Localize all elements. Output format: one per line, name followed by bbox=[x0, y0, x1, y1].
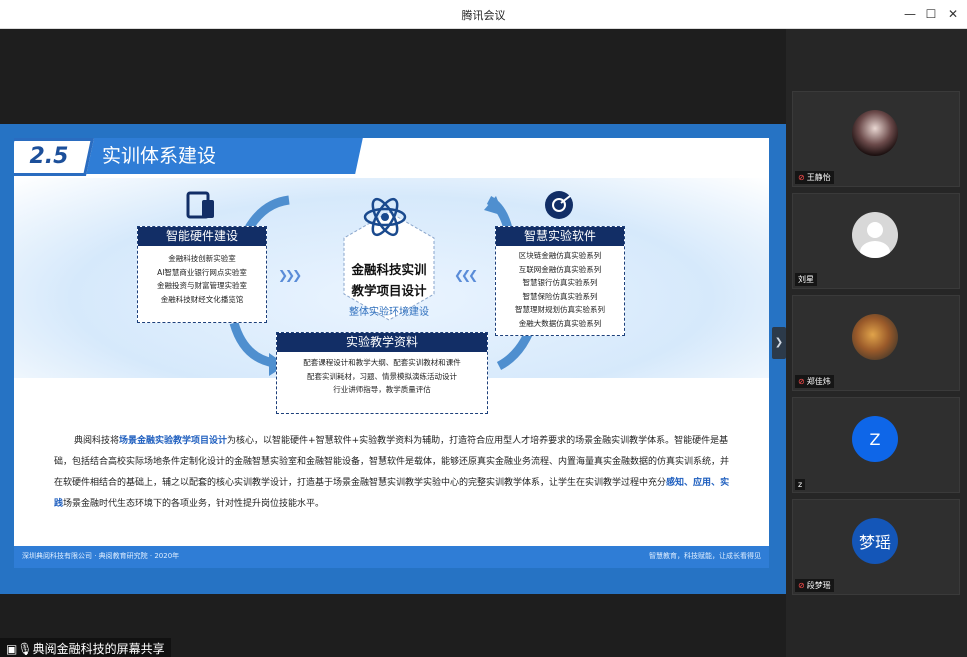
footer-right: 智慧教育，科技赋能，让成长看得见 bbox=[649, 552, 761, 560]
participants-panel: ⊘ 王静怡 刘星 ⊘ 郑佳炜 Z z 梦瑶 ⊘ 段梦瑶 bbox=[786, 29, 967, 657]
mic-muted-icon: ⊘ bbox=[798, 581, 805, 590]
hardware-box-heading: 智能硬件建设 bbox=[138, 227, 266, 246]
participant-name: 刘星 bbox=[798, 275, 814, 284]
slide-number: 2.5 bbox=[29, 144, 69, 169]
para-highlight: 、 bbox=[684, 478, 694, 488]
list-item: 金融大数据仿真实验系列 bbox=[518, 318, 602, 328]
presentation-slide: 实训体系建设 2.5 智能硬件建设 金融科技创新实验室 AI智慧商业银行网点实验… bbox=[0, 124, 786, 594]
slide-footer: 深圳典阅科技有限公司 · 典阅教育研究院 · 2020年 智慧教育，科技赋能，让… bbox=[14, 546, 769, 568]
participant-name-label: ⊘ 郑佳炜 bbox=[795, 375, 834, 388]
share-screen-icon: ▣ bbox=[6, 642, 18, 656]
list-item: 金融投资与财富管理实验室 bbox=[157, 281, 247, 290]
list-item: 配套实训耗材，习题、情景模拟演练活动设计 bbox=[307, 371, 457, 381]
software-box-heading: 智慧实验软件 bbox=[496, 227, 624, 246]
list-item: 区块链金融仿真实验系列 bbox=[518, 251, 602, 260]
software-disc-icon bbox=[545, 191, 573, 219]
participant-name: 郑佳炜 bbox=[806, 377, 831, 386]
collapse-panel-button[interactable]: ❯ bbox=[772, 327, 786, 359]
avatar: 梦瑶 bbox=[852, 518, 898, 564]
software-box: 智慧实验软件 区块链金融仿真实验系列 互联网金融仿真实验系列 智慧银行仿真实验系… bbox=[495, 226, 625, 336]
minimize-icon[interactable]: — bbox=[901, 5, 919, 23]
center-title: 金融科技实训 教学项目设计 bbox=[314, 259, 464, 301]
participant-tile[interactable]: 刘星 bbox=[792, 193, 960, 289]
mic-muted-icon: ⊘ bbox=[798, 173, 805, 182]
list-item: 金融科技创新实验室 bbox=[168, 254, 236, 263]
shared-screen-area: 实训体系建设 2.5 智能硬件建设 金融科技创新实验室 AI智慧商业银行网点实验… bbox=[0, 29, 786, 657]
participant-name: z bbox=[798, 480, 803, 489]
devices-icon bbox=[186, 191, 214, 219]
center-subtitle: 整体实验环境建设 bbox=[349, 307, 429, 318]
list-item: 智慧理财规划仿真实验系列 bbox=[515, 305, 605, 314]
para-highlight: 、 bbox=[711, 478, 721, 488]
avatar bbox=[852, 314, 898, 360]
para-highlight: 应用 bbox=[693, 478, 712, 488]
teaching-materials-box: 实验教学资料 配套课程设计和教学大纲、配套实训教材和课件 配套实训耗材，习题、情… bbox=[276, 332, 488, 414]
chevron-right-icon: ❯ bbox=[774, 337, 784, 348]
default-person-icon bbox=[860, 222, 890, 258]
chevrons-left-icon: ❮❮❮ bbox=[454, 268, 478, 282]
mic-muted-icon: ⊘ bbox=[798, 377, 805, 386]
list-item: AI智慧商业银行网点实验室 bbox=[157, 267, 247, 277]
participant-tile[interactable]: Z z bbox=[792, 397, 960, 493]
para-highlight: 感知 bbox=[666, 478, 685, 488]
list-item: 智慧保险仿真实验系列 bbox=[522, 291, 598, 301]
para-highlight: 场景金融实验教学项目设计 bbox=[119, 436, 228, 446]
participant-name: 王静怡 bbox=[806, 173, 831, 182]
teaching-materials-heading: 实验教学资料 bbox=[277, 333, 487, 352]
list-item: 金融科技财经文化播览馆 bbox=[160, 294, 244, 304]
avatar bbox=[852, 212, 898, 258]
chevrons-right-icon: ❯❯❯ bbox=[278, 268, 302, 282]
window-title: 腾讯会议 bbox=[461, 9, 506, 22]
slide-title-band: 实训体系建设 bbox=[80, 138, 363, 174]
slide-canvas: 实训体系建设 2.5 智能硬件建设 金融科技创新实验室 AI智慧商业银行网点实验… bbox=[14, 138, 769, 568]
participant-name-label: 刘星 bbox=[795, 273, 817, 286]
participant-name-label: ⊘ 段梦瑶 bbox=[795, 579, 834, 592]
slide-title: 实训体系建设 bbox=[102, 145, 217, 167]
participant-name-label: ⊘ 王静怡 bbox=[795, 171, 834, 184]
participant-name-label: z bbox=[795, 479, 806, 490]
center-title-line1: 金融科技实训 bbox=[351, 262, 427, 277]
mic-icon: 🎙 bbox=[17, 642, 33, 656]
participant-tile[interactable]: ⊘ 王静怡 bbox=[792, 91, 960, 187]
list-item: 互联网金融仿真实验系列 bbox=[518, 264, 602, 274]
hardware-box: 智能硬件建设 金融科技创新实验室 AI智慧商业银行网点实验室 金融投资与财富管理… bbox=[137, 226, 267, 323]
participant-tile[interactable]: ⊘ 郑佳炜 bbox=[792, 295, 960, 391]
maximize-icon[interactable]: ☐ bbox=[922, 5, 940, 23]
atom-icon bbox=[363, 197, 407, 237]
list-item: 智慧银行仿真实验系列 bbox=[522, 278, 598, 287]
avatar: Z bbox=[852, 416, 898, 462]
avatar bbox=[852, 110, 898, 156]
window-titlebar: 腾讯会议 — ☐ ✕ bbox=[0, 0, 967, 29]
para-text: 典阅科技将 bbox=[74, 436, 120, 446]
close-icon[interactable]: ✕ bbox=[944, 5, 962, 23]
screen-share-label: ▣🎙典阅金融科技的屏幕共享 bbox=[0, 638, 171, 657]
center-title-line2: 教学项目设计 bbox=[351, 283, 427, 298]
participant-name: 段梦瑶 bbox=[806, 581, 831, 590]
participant-tile[interactable]: 梦瑶 ⊘ 段梦瑶 bbox=[792, 499, 960, 595]
share-label-text: 典阅金融科技的屏幕共享 bbox=[32, 642, 165, 656]
para-text: 场景金融时代生态环境下的各项业务，针对性提升岗位技能水平。 bbox=[63, 499, 325, 509]
list-item: 行业讲师指导，教学质量评估 bbox=[333, 385, 431, 394]
slide-paragraph: 典阅科技将场景金融实验教学项目设计为核心，以智能硬件+智慧软件+实验教学资料为辅… bbox=[54, 431, 734, 515]
list-item: 配套课程设计和教学大纲、配套实训教材和课件 bbox=[303, 358, 461, 367]
slide-number-badge: 2.5 bbox=[14, 138, 95, 176]
footer-left: 深圳典阅科技有限公司 · 典阅教育研究院 · 2020年 bbox=[22, 552, 180, 560]
